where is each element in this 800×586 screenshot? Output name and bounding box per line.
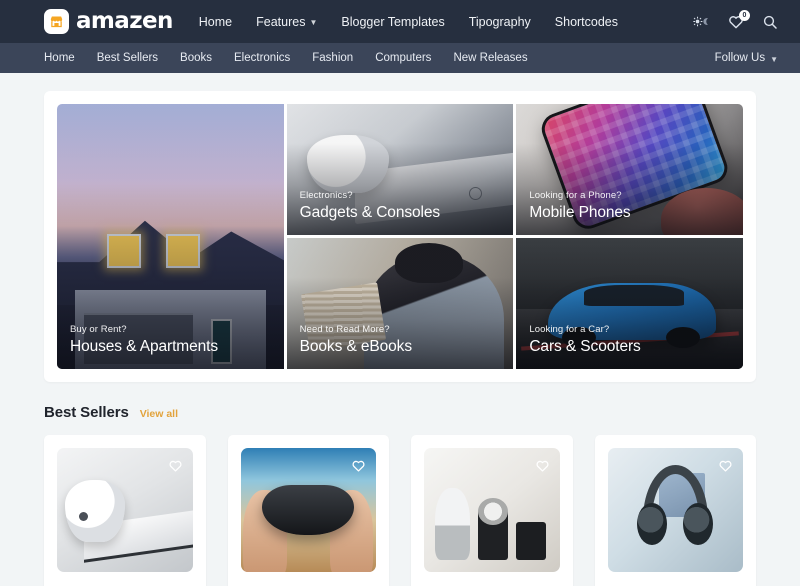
subnav-item-computers[interactable]: Computers <box>375 52 431 64</box>
nav-item-tipography[interactable]: Tipography <box>469 15 531 29</box>
nav-label: Blogger Templates <box>341 14 445 29</box>
chevron-down-icon: ▼ <box>770 54 778 64</box>
subnav-item-home[interactable]: Home <box>44 52 75 64</box>
nav-item-home[interactable]: Home <box>199 15 232 29</box>
heart-outline-icon[interactable] <box>716 456 735 475</box>
hero-tile-books-ebooks[interactable]: Need to Read More? Books & eBooks <box>286 238 514 369</box>
product-card[interactable] <box>44 435 206 586</box>
product-card[interactable] <box>227 435 389 586</box>
hero-tile-caption: Looking for a Phone? Mobile Phones <box>516 190 630 235</box>
hero-tile-mobile-phones[interactable]: Looking for a Phone? Mobile Phones <box>516 104 743 235</box>
hero-tile-title: Cars & Scooters <box>529 338 641 355</box>
hero-tile-subtitle: Buy or Rent? <box>70 324 127 335</box>
hero-tile-caption: Looking for a Car? Cars & Scooters <box>516 324 640 369</box>
hero-tile-subtitle: Looking for a Car? <box>529 324 610 335</box>
product-thumbnail <box>57 448 193 572</box>
view-all-link[interactable]: View all <box>140 408 178 420</box>
follow-us-label: Follow Us <box>714 52 766 64</box>
heart-outline-icon[interactable] <box>166 456 185 475</box>
page-content: Buy or Rent? Houses & Apartments Electro… <box>0 73 800 586</box>
best-sellers-header: Best Sellers View all <box>44 404 756 421</box>
search-icon[interactable] <box>762 14 778 30</box>
hero-tile-title: Mobile Phones <box>529 204 631 221</box>
header-actions: 0 <box>693 9 778 30</box>
best-sellers-product-grid <box>44 435 756 586</box>
heart-outline-icon[interactable] <box>533 456 552 475</box>
hero-category-card: Buy or Rent? Houses & Apartments Electro… <box>44 91 756 382</box>
main-navigation: Home Features ▼ Blogger Templates Tipogr… <box>199 15 618 29</box>
chevron-down-icon: ▼ <box>309 18 318 27</box>
top-header-bar: amazen Home Features ▼ Blogger Templates… <box>0 0 800 43</box>
brand-logo[interactable]: amazen <box>44 9 173 34</box>
nav-item-features[interactable]: Features ▼ <box>256 15 317 29</box>
nav-item-shortcodes[interactable]: Shortcodes <box>555 15 618 29</box>
wishlist-count-badge: 0 <box>739 9 750 21</box>
hero-tile-title: Gadgets & Consoles <box>299 204 441 221</box>
nav-label: Tipography <box>468 14 531 29</box>
hero-tile-subtitle: Electronics? <box>299 190 353 201</box>
subnav-item-new-releases[interactable]: New Releases <box>453 52 527 64</box>
product-thumbnail <box>607 448 743 572</box>
hero-tile-subtitle: Need to Read More? <box>299 324 390 335</box>
hero-tile-title: Houses & Apartments <box>70 338 219 355</box>
brand-name: amazen <box>76 8 173 34</box>
subnav-item-books[interactable]: Books <box>180 52 212 64</box>
follow-us-dropdown[interactable]: Follow Us ▼ <box>715 52 778 64</box>
subnav-item-best-sellers[interactable]: Best Sellers <box>97 52 158 64</box>
section-title: Best Sellers <box>44 404 129 421</box>
product-card[interactable] <box>411 435 573 586</box>
hero-tile-caption: Buy or Rent? Houses & Apartments <box>57 324 218 369</box>
hero-tile-gadgets-consoles[interactable]: Electronics? Gadgets & Consoles <box>286 104 514 235</box>
hero-tile-houses-apartments[interactable]: Buy or Rent? Houses & Apartments <box>57 104 284 369</box>
product-card[interactable] <box>594 435 756 586</box>
heart-outline-icon[interactable] <box>349 456 368 475</box>
wishlist-button[interactable]: 0 <box>727 9 750 30</box>
hero-tile-caption: Need to Read More? Books & eBooks <box>287 324 412 369</box>
hero-tile-caption: Electronics? Gadgets & Consoles <box>287 190 440 235</box>
product-thumbnail <box>424 448 560 572</box>
nav-label: Home <box>198 14 233 29</box>
sun-moon-icon[interactable] <box>693 15 710 28</box>
subnav-item-fashion[interactable]: Fashion <box>312 52 353 64</box>
category-links: Home Best Sellers Books Electronics Fash… <box>44 52 528 64</box>
subnav-item-electronics[interactable]: Electronics <box>234 52 290 64</box>
product-thumbnail <box>240 448 376 572</box>
hero-tile-title: Books & eBooks <box>299 338 412 355</box>
shop-icon <box>44 9 69 34</box>
hero-category-grid: Buy or Rent? Houses & Apartments Electro… <box>57 104 743 369</box>
nav-label: Shortcodes <box>554 14 619 29</box>
hero-tile-subtitle: Looking for a Phone? <box>529 190 622 201</box>
nav-item-blogger-templates[interactable]: Blogger Templates <box>341 15 444 29</box>
hero-tile-cars-scooters[interactable]: Looking for a Car? Cars & Scooters <box>516 238 743 369</box>
category-navigation-bar: Home Best Sellers Books Electronics Fash… <box>0 43 800 73</box>
nav-label: Features <box>256 14 306 29</box>
